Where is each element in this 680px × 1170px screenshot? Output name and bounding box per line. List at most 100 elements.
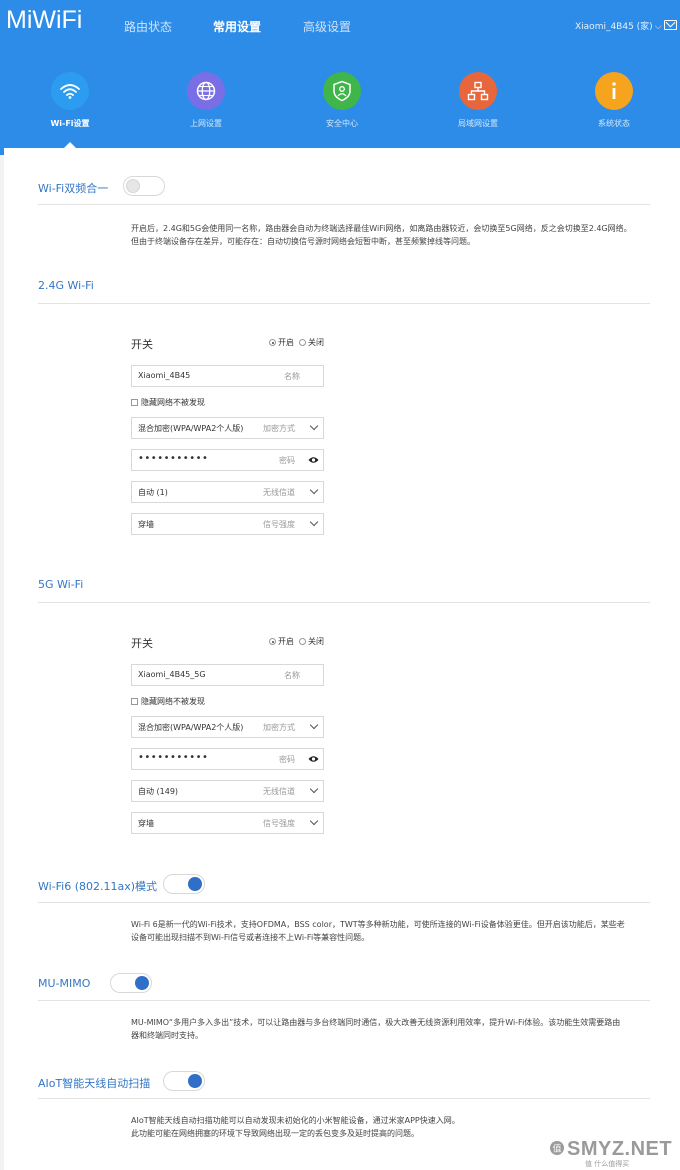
dual-band-toggle[interactable] [123, 176, 165, 196]
radio-dot [299, 339, 306, 346]
checkbox-box [131, 698, 138, 705]
aiot-toggle[interactable] [163, 1071, 205, 1091]
shield-icon [323, 72, 361, 110]
radio-label: 关闭 [308, 637, 324, 646]
radio-dot [269, 339, 276, 346]
wifi5-title: 5G Wi-Fi [38, 578, 84, 591]
field-hint: 信号强度 [263, 520, 295, 529]
watermark-sub: 值 什么值得买 [585, 1160, 630, 1168]
ssid-value: Xiaomi_4B45 [138, 371, 191, 380]
mail-icon[interactable] [664, 20, 677, 30]
func-system-status[interactable]: 系统状态 [574, 72, 654, 129]
func-security-center[interactable]: 安全中心 [302, 72, 382, 129]
wifi24-ssid-input[interactable]: Xiaomi_4B45 名称 [131, 365, 324, 387]
wifi24-switch-label: 开关 [131, 338, 153, 351]
wifi24-channel-select[interactable]: 自动 (1) 无线信道 [131, 481, 324, 503]
func-lan-settings[interactable]: 局域网设置 [438, 72, 518, 129]
desc-line: AIoT智能天线自动扫描功能可以自动发现未初始化的小米智能设备，通过米家APP快… [131, 1116, 460, 1125]
field-hint: 加密方式 [263, 723, 295, 732]
func-wifi-settings[interactable]: Wi-Fi设置 [30, 72, 110, 129]
wifi24-on-radio[interactable]: 开启 [269, 337, 294, 348]
wifi6-description: Wi-Fi 6是新一代的Wi-Fi技术，支持OFDMA，BSS color，TW… [131, 918, 651, 944]
mumimo-toggle[interactable] [110, 973, 152, 993]
wifi24-title: 2.4G Wi-Fi [38, 279, 94, 292]
field-hint: 信号强度 [263, 819, 295, 828]
select-value: 穿墙 [138, 520, 154, 529]
nav-common-settings[interactable]: 常用设置 [213, 18, 261, 35]
radio-label: 开启 [278, 637, 294, 646]
eye-icon[interactable] [308, 755, 319, 763]
field-hint: 名称 [284, 671, 300, 680]
miwifi-logo[interactable]: MiWiFi [6, 6, 82, 35]
select-value: 混合加密(WPA/WPA2个人版) [138, 424, 244, 433]
wifi5-switch-label: 开关 [131, 637, 153, 650]
func-label: 系统状态 [598, 119, 630, 128]
wifi5-ssid-input[interactable]: Xiaomi_4B45_5G 名称 [131, 664, 324, 686]
svg-text:值: 值 [552, 1143, 561, 1155]
func-label: Wi-Fi设置 [50, 119, 90, 128]
globe-icon [187, 72, 225, 110]
chevron-down-icon: ⌵ [654, 22, 662, 32]
chevron-down-icon [309, 722, 319, 732]
radio-label: 开启 [278, 338, 294, 347]
field-hint: 无线信道 [263, 787, 295, 796]
divider [38, 1000, 650, 1001]
field-hint: 名称 [284, 372, 300, 381]
wifi6-toggle[interactable] [163, 874, 205, 894]
dual-band-description: 开启后，2.4G和5G会使用同一名称，路由器会自动为终端选择最佳WiFi网络，如… [131, 222, 651, 248]
mumimo-description: MU-MIMO“多用户多入多出”技术，可以让路由器与多台终端同时通信，极大改善无… [131, 1016, 651, 1042]
password-value: ••••••••••• [138, 752, 209, 763]
desc-line: 开启后，2.4G和5G会使用同一名称，路由器会自动为终端选择最佳WiFi网络，如… [131, 224, 632, 233]
wifi24-encryption-select[interactable]: 混合加密(WPA/WPA2个人版) 加密方式 [131, 417, 324, 439]
wifi5-strength-select[interactable]: 穿墙 信号强度 [131, 812, 324, 834]
divider [38, 204, 650, 205]
field-hint: 无线信道 [263, 488, 295, 497]
toggle-knob [126, 179, 140, 193]
field-hint: 密码 [279, 456, 295, 465]
wifi24-hide-checkbox[interactable]: 隐藏网络不被发现 [131, 397, 205, 408]
select-value: 混合加密(WPA/WPA2个人版) [138, 723, 244, 732]
desc-line: MU-MIMO“多用户多入多出”技术，可以让路由器与多台终端同时通信，极大改善无… [131, 1018, 621, 1027]
watermark-logo-icon: 值 [550, 1141, 564, 1155]
chevron-down-icon [309, 487, 319, 497]
wifi24-password-input[interactable]: ••••••••••• 密码 [131, 449, 324, 471]
desc-line: Wi-Fi 6是新一代的Wi-Fi技术，支持OFDMA，BSS color，TW… [131, 920, 625, 929]
toggle-knob [135, 976, 149, 990]
select-value: 自动 (149) [138, 787, 179, 796]
field-hint: 加密方式 [263, 424, 295, 433]
top-header: MiWiFi 路由状态 常用设置 高级设置 Xiaomi_4B45 (家) ⌵ W… [0, 0, 680, 155]
divider [38, 303, 650, 304]
dual-band-title: Wi-Fi双频合一 [38, 182, 109, 195]
wifi5-encryption-select[interactable]: 混合加密(WPA/WPA2个人版) 加密方式 [131, 716, 324, 738]
desc-line: 但由于终端设备存在差异，可能存在：自动切换信号源时网络会短暂中断，甚至频繁掉线等… [131, 237, 475, 246]
info-icon [595, 72, 633, 110]
checkbox-label: 隐藏网络不被发现 [141, 697, 205, 706]
eye-icon[interactable] [308, 456, 319, 464]
wifi24-off-radio[interactable]: 关闭 [299, 337, 324, 348]
chevron-down-icon [309, 519, 319, 529]
wifi5-hide-checkbox[interactable]: 隐藏网络不被发现 [131, 696, 205, 707]
wifi5-on-radio[interactable]: 开启 [269, 636, 294, 647]
nav-advanced-settings[interactable]: 高级设置 [303, 18, 351, 35]
wifi6-title: Wi-Fi6 (802.11ax)模式 [38, 880, 158, 893]
wifi5-off-radio[interactable]: 关闭 [299, 636, 324, 647]
func-label: 局域网设置 [458, 119, 498, 128]
nav-router-status[interactable]: 路由状态 [124, 18, 172, 35]
wifi24-strength-select[interactable]: 穿墙 信号强度 [131, 513, 324, 535]
account-menu[interactable]: Xiaomi_4B45 (家) ⌵ [575, 19, 662, 32]
wifi-icon [51, 72, 89, 110]
aiot-description: AIoT智能天线自动扫描功能可以自动发现未初始化的小米智能设备，通过米家APP快… [131, 1114, 651, 1140]
wifi5-channel-select[interactable]: 自动 (149) 无线信道 [131, 780, 324, 802]
wifi5-password-input[interactable]: ••••••••••• 密码 [131, 748, 324, 770]
mumimo-title: MU-MIMO [38, 977, 91, 990]
radio-dot [269, 638, 276, 645]
chevron-down-icon [309, 818, 319, 828]
account-name: Xiaomi_4B45 (家) [575, 22, 653, 32]
field-hint: 密码 [279, 755, 295, 764]
toggle-knob [188, 1074, 202, 1088]
wifi-settings-panel: Wi-Fi双频合一 开启后，2.4G和5G会使用同一名称，路由器会自动为终端选择… [4, 148, 680, 1170]
ssid-value: Xiaomi_4B45_5G [138, 670, 206, 679]
checkbox-box [131, 399, 138, 406]
site-watermark: 值 SMYZ.NET 值 什么值得买 [545, 1138, 675, 1168]
func-internet-settings[interactable]: 上网设置 [166, 72, 246, 129]
